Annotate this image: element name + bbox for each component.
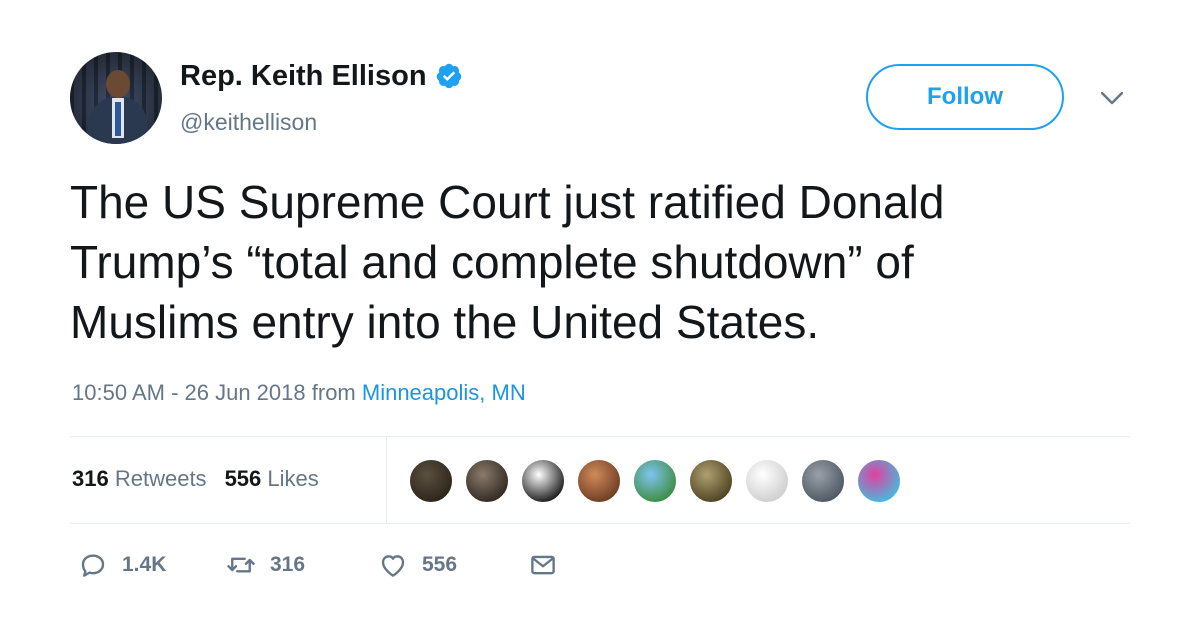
retweet-count: 316	[270, 553, 306, 576]
divider-bottom	[70, 523, 1130, 524]
tweet-timestamp[interactable]: 10:50 AM - 26 Jun 2018	[72, 380, 306, 405]
tweet-actions: 1.4K 316 556	[78, 550, 572, 580]
tweet-header: Rep. Keith Ellison @keithellison Follow	[70, 52, 1140, 148]
name-row: Rep. Keith Ellison	[180, 58, 463, 94]
verified-badge-icon	[436, 63, 461, 89]
heart-icon	[381, 555, 405, 577]
liker-avatar[interactable]	[408, 458, 454, 504]
liker-avatars	[408, 458, 912, 504]
envelope-icon	[531, 555, 555, 575]
likes-count: 556	[224, 466, 262, 491]
like-action[interactable]: 556	[378, 550, 528, 580]
likes-label: Likes	[267, 466, 319, 491]
retweet-action[interactable]: 316	[226, 550, 378, 580]
tweet-metadata: 10:50 AM - 26 Jun 2018 from Minneapolis,…	[72, 378, 526, 408]
reply-icon	[81, 554, 105, 577]
chevron-down-icon[interactable]	[1100, 90, 1124, 106]
display-name[interactable]: Rep. Keith Ellison	[180, 58, 427, 94]
retweets-stat[interactable]: 316 Retweets	[72, 466, 207, 491]
liker-avatar[interactable]	[800, 458, 846, 504]
liker-avatar[interactable]	[856, 458, 902, 504]
divider-top	[70, 436, 1130, 437]
tweet-text-line: The US Supreme Court just ratified Donal…	[70, 176, 945, 228]
follow-button[interactable]: Follow	[866, 64, 1064, 130]
tweet-text-line: Trump’s “total and complete shutdown” of	[70, 236, 914, 288]
location-link[interactable]: Minneapolis, MN	[362, 380, 526, 405]
retweets-label: Retweets	[114, 466, 207, 491]
tweet-stats: 316 Retweets 556 Likes	[72, 464, 319, 494]
liker-avatar[interactable]	[744, 458, 790, 504]
likes-stat[interactable]: 556 Likes	[225, 466, 319, 491]
direct-message-action[interactable]	[528, 550, 572, 580]
liker-avatar[interactable]	[576, 458, 622, 504]
reply-count: 1.4K	[122, 553, 167, 576]
tweet-text: The US Supreme Court just ratified Donal…	[70, 172, 1130, 352]
liker-avatar[interactable]	[464, 458, 510, 504]
retweets-count: 316	[72, 466, 109, 491]
user-handle[interactable]: @keithellison	[180, 108, 317, 136]
avatar[interactable]	[70, 52, 162, 144]
liker-avatar[interactable]	[520, 458, 566, 504]
liker-avatar[interactable]	[632, 458, 678, 504]
like-count: 556	[422, 553, 458, 576]
from-label: from	[311, 380, 356, 405]
retweet-icon	[227, 557, 255, 573]
tweet-text-line: Muslims entry into the United States.	[70, 296, 820, 348]
stats-divider	[386, 436, 387, 524]
reply-action[interactable]: 1.4K	[78, 550, 226, 580]
liker-avatar[interactable]	[688, 458, 734, 504]
